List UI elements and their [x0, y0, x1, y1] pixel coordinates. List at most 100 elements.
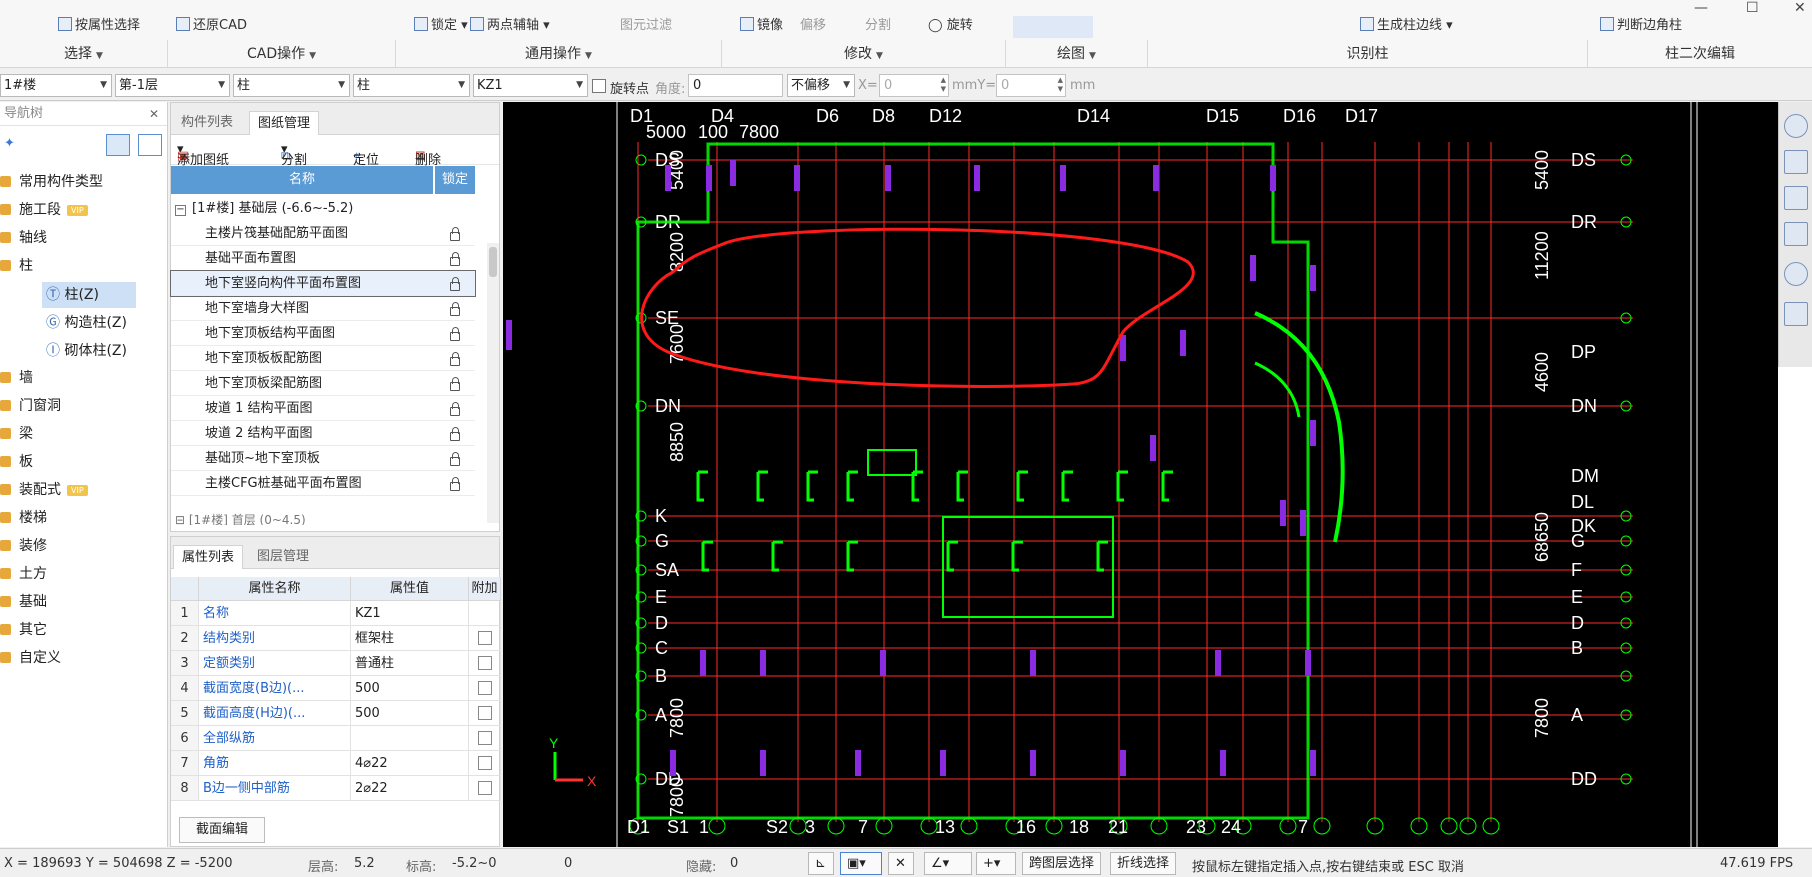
- nav-decoration[interactable]: 装修: [0, 534, 47, 558]
- property-value[interactable]: [351, 726, 469, 751]
- property-value[interactable]: 框架柱: [351, 626, 469, 651]
- restore-cad-button[interactable]: 还原CAD: [176, 14, 247, 33]
- property-value[interactable]: 2⌀22: [351, 776, 469, 801]
- offset-button[interactable]: 偏移: [800, 14, 826, 33]
- lock-button[interactable]: 锁定 ▾: [414, 14, 468, 33]
- property-value[interactable]: KZ1: [351, 601, 469, 626]
- property-value[interactable]: 500: [351, 701, 469, 726]
- judge-corner-column-button[interactable]: 判断边角柱: [1600, 14, 1682, 33]
- nav-slab[interactable]: 板: [0, 450, 33, 474]
- drawing-row[interactable]: 主楼片筏基础配筋平面图: [171, 221, 475, 246]
- property-value[interactable]: 普通柱: [351, 651, 469, 676]
- generate-column-edge-button[interactable]: 生成柱边线 ▾: [1360, 14, 1453, 33]
- property-value[interactable]: 500: [351, 676, 469, 701]
- two-point-axis-button[interactable]: 两点辅轴 ▾: [470, 14, 550, 33]
- extra-checkbox[interactable]: [478, 656, 492, 670]
- spinner-icon[interactable]: ▲ ▼: [1058, 76, 1063, 94]
- close-icon[interactable]: ✕: [1794, 0, 1806, 16]
- group-draw[interactable]: 绘图 ▼: [1006, 40, 1148, 68]
- tab-layer-management[interactable]: 图层管理: [249, 545, 317, 569]
- split-button[interactable]: 分割: [865, 14, 891, 33]
- nav-stairs[interactable]: 楼梯: [0, 506, 47, 530]
- drawing-row[interactable]: 地下室竖向构件平面布置图: [170, 270, 476, 297]
- cross-icon[interactable]: ✕: [888, 852, 914, 875]
- snap-icon[interactable]: ▣▾: [840, 852, 882, 875]
- nav-door-window[interactable]: 门窗洞: [0, 394, 61, 418]
- orbit-icon[interactable]: [1784, 114, 1808, 138]
- cad-drawing[interactable]: DSDRSEDNKGSAEDCBADDDSDRDPDNDMDLDKGFEDBAD…: [503, 102, 1778, 847]
- minimize-icon[interactable]: —: [1694, 0, 1708, 16]
- 3d-view-icon[interactable]: [1784, 186, 1808, 210]
- 2d-view-icon[interactable]: [1784, 150, 1808, 174]
- cad-canvas[interactable]: DS DR SE DN K G SA E D C B A DD DS DR DP DN DM DL DK G F E D B A D…: [503, 102, 1778, 847]
- drawing-row[interactable]: 地下室顶板板配筋图: [171, 346, 475, 371]
- lock-icon[interactable]: [450, 277, 460, 291]
- nav-common-types[interactable]: 常用构件类型: [0, 170, 103, 194]
- layout-view-icon[interactable]: [1784, 302, 1808, 326]
- mirror-button[interactable]: 镜像: [740, 14, 783, 33]
- nav-other[interactable]: 其它: [0, 618, 47, 642]
- extra-checkbox[interactable]: [478, 631, 492, 645]
- list-view-icon[interactable]: [106, 134, 130, 156]
- angle-input[interactable]: 0: [688, 74, 783, 97]
- maximize-icon[interactable]: ☐: [1746, 0, 1759, 16]
- lock-icon[interactable]: [450, 327, 460, 341]
- angle-snap-icon[interactable]: ∠▾: [924, 852, 972, 875]
- close-icon[interactable]: ✕: [149, 102, 159, 126]
- nav-foundation[interactable]: 基础: [0, 590, 47, 614]
- extra-checkbox[interactable]: [478, 756, 492, 770]
- nav-axis[interactable]: 轴线: [0, 226, 47, 250]
- nav-sub-construct-column[interactable]: Ⓖ 构造柱(Z): [42, 310, 131, 336]
- nav-sub-masonry-column[interactable]: Ⓘ 砌体柱(Z): [42, 338, 131, 364]
- extra-checkbox[interactable]: [478, 706, 492, 720]
- ortho-icon[interactable]: ⊾: [808, 852, 834, 875]
- nav-prefab[interactable]: 装配式 VIP: [0, 478, 88, 502]
- lock-icon[interactable]: [450, 302, 460, 316]
- scrollbar-thumb[interactable]: [489, 247, 497, 277]
- group-modify[interactable]: 修改 ▼: [722, 40, 1006, 68]
- nav-wall[interactable]: 墙: [0, 366, 33, 390]
- drawing-row[interactable]: 坡道 2 结构平面图: [171, 421, 475, 446]
- rotate-point-checkbox[interactable]: [592, 79, 606, 93]
- lock-icon[interactable]: [450, 352, 460, 366]
- drawing-row[interactable]: 地下室墙身大样图: [171, 296, 475, 321]
- nav-custom[interactable]: 自定义: [0, 646, 61, 670]
- lock-icon[interactable]: [450, 427, 460, 441]
- extra-checkbox[interactable]: [478, 681, 492, 695]
- y-offset-input[interactable]: 0 ▲ ▼: [996, 74, 1066, 97]
- rotate-view-icon[interactable]: [1784, 262, 1808, 286]
- tab-component-list[interactable]: 构件列表: [173, 111, 241, 135]
- spinner-icon[interactable]: ▲ ▼: [941, 76, 946, 94]
- lock-icon[interactable]: [450, 227, 460, 241]
- extra-checkbox[interactable]: [478, 731, 492, 745]
- lock-icon[interactable]: [450, 402, 460, 416]
- nav-column[interactable]: 柱: [0, 254, 33, 278]
- extra-checkbox[interactable]: [478, 781, 492, 795]
- drawing-row[interactable]: 地下室顶板结构平面图: [171, 321, 475, 346]
- group-select[interactable]: 选择 ▼: [0, 40, 168, 68]
- scrollbar[interactable]: [487, 243, 499, 523]
- lock-icon[interactable]: [450, 377, 460, 391]
- drawing-row[interactable]: 基础顶~地下室顶板: [171, 446, 475, 471]
- select-by-attribute-button[interactable]: 按属性选择: [58, 14, 140, 33]
- element-name-select[interactable]: KZ1 ▼: [473, 74, 588, 97]
- element-filter-button[interactable]: 图元过滤: [620, 14, 672, 33]
- element-subtype-select[interactable]: 柱 ▼: [353, 74, 470, 97]
- add-drawing-button[interactable]: ▣ 添加图纸 ▾: [177, 142, 229, 168]
- tab-drawing-management[interactable]: 图纸管理: [249, 111, 320, 135]
- property-value[interactable]: 4⌀22: [351, 751, 469, 776]
- drawing-row[interactable]: 坡道 1 结构平面图: [171, 396, 475, 421]
- drawing-row[interactable]: 主楼CFG桩基础平面布置图: [171, 471, 475, 496]
- nav-construction-stage[interactable]: 施工段 VIP: [0, 198, 88, 222]
- floor-select[interactable]: 第-1层 ▼: [115, 74, 230, 97]
- element-type-select[interactable]: 柱 ▼: [233, 74, 350, 97]
- lock-icon[interactable]: [450, 477, 460, 491]
- drawing-row[interactable]: 地下室顶板梁配筋图: [171, 371, 475, 396]
- rotate-button[interactable]: ◯ 旋转: [928, 14, 973, 33]
- lock-icon[interactable]: [450, 252, 460, 266]
- drawing-group-row[interactable]: − [1#楼] 基础层 (-6.6~-5.2): [175, 196, 353, 221]
- collapse-icon[interactable]: −: [175, 205, 186, 216]
- grid-view-icon[interactable]: [138, 134, 162, 156]
- x-offset-input[interactable]: 0 ▲ ▼: [879, 74, 949, 97]
- polyline-select-button[interactable]: 折线选择: [1110, 852, 1177, 875]
